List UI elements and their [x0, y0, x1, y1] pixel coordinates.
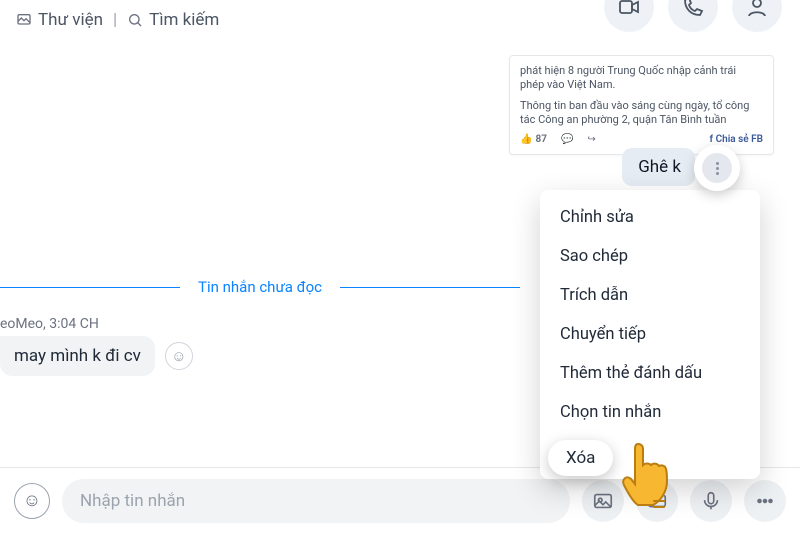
search-icon — [127, 12, 143, 28]
more-composer-button[interactable] — [744, 480, 786, 522]
delete-pill[interactable]: Xóa — [548, 440, 613, 476]
video-icon — [617, 0, 641, 19]
message-input[interactable]: Nhập tin nhắn — [62, 479, 570, 523]
unread-divider: Tin nhắn chưa đọc — [0, 278, 520, 296]
video-call-button[interactable] — [604, 0, 654, 32]
search-label[interactable]: Tìm kiếm — [149, 10, 219, 30]
incoming-bubble[interactable]: may mình k đi cv — [0, 336, 155, 376]
menu-bookmark[interactable]: Thêm thẻ đánh dấu — [540, 354, 760, 393]
library-link[interactable]: Thư viện | Tìm kiếm — [16, 10, 219, 30]
delete-pill-label: Xóa — [566, 448, 595, 468]
share-icon: ↪ — [587, 133, 595, 146]
library-label: Thư viện — [38, 10, 103, 30]
menu-quote[interactable]: Trích dẫn — [540, 276, 760, 315]
unread-label: Tin nhắn chưa đọc — [180, 278, 340, 296]
separator: | — [113, 10, 117, 30]
react-button[interactable]: ☺ — [165, 342, 193, 370]
pointer-hand-icon — [612, 438, 680, 522]
comment-icon: 💬 — [561, 133, 573, 146]
photo-icon — [592, 490, 614, 512]
more-button[interactable] — [702, 153, 732, 183]
incoming-message: may mình k đi cv ☺ — [0, 336, 193, 376]
link-preview-card[interactable]: phát hiện 8 người Trung Quốc nhập cảnh t… — [509, 55, 774, 155]
card-line-2: Thông tin ban đầu vào sáng cùng ngày, tổ… — [520, 99, 763, 128]
menu-copy[interactable]: Sao chép — [540, 237, 760, 276]
placeholder-text: Nhập tin nhắn — [80, 491, 185, 511]
more-button-highlight — [694, 145, 740, 191]
image-icon — [16, 12, 32, 28]
ellipsis-icon — [754, 490, 776, 512]
top-bar: Thư viện | Tìm kiếm — [0, 0, 800, 40]
mic-button[interactable] — [690, 480, 732, 522]
message-meta: eoMeo, 3:04 CH — [0, 316, 99, 332]
person-icon — [745, 0, 769, 19]
like-count: 👍 87 — [520, 133, 547, 146]
own-message-bubble[interactable]: Ghê k — [622, 148, 695, 186]
context-menu: Chỉnh sửa Sao chép Trích dẫn Chuyển tiếp… — [540, 190, 760, 479]
emoji-button[interactable]: ☺ — [14, 483, 50, 519]
voice-call-button[interactable] — [668, 0, 718, 32]
menu-edit[interactable]: Chỉnh sửa — [540, 198, 760, 237]
own-message-text: Ghê k — [638, 157, 681, 177]
menu-select[interactable]: Chọn tin nhắn — [540, 393, 760, 432]
card-stats: 👍 87 💬 ↪ f Chia sẻ FB — [520, 133, 763, 146]
card-line-1: phát hiện 8 người Trung Quốc nhập cảnh t… — [520, 64, 763, 93]
profile-button[interactable] — [732, 0, 782, 32]
phone-icon — [681, 0, 705, 19]
menu-forward[interactable]: Chuyển tiếp — [540, 315, 760, 354]
header-actions — [604, 0, 782, 32]
incoming-text: may mình k đi cv — [14, 346, 141, 366]
mic-icon — [700, 490, 722, 512]
